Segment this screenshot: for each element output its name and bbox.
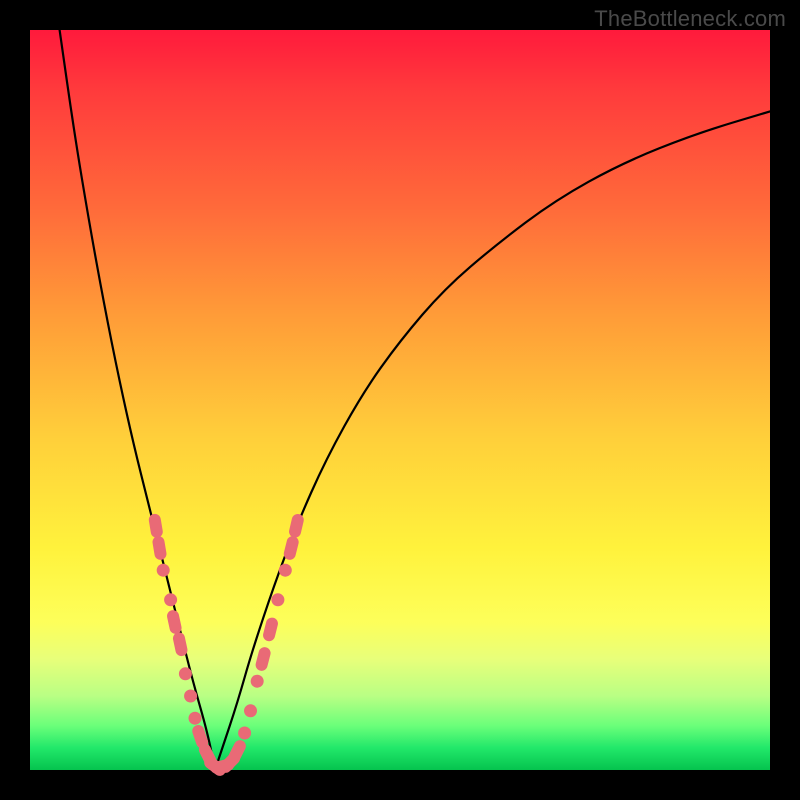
marker-dot xyxy=(179,667,192,680)
marker-dot xyxy=(164,593,177,606)
marker-pill xyxy=(288,513,305,539)
marker-dot xyxy=(238,727,251,740)
marker-pill xyxy=(152,535,168,561)
marker-pill xyxy=(282,535,299,561)
chart-svg xyxy=(30,30,770,770)
marker-dot xyxy=(157,564,170,577)
marker-dot xyxy=(271,593,284,606)
marker-pill xyxy=(254,646,272,672)
marker-dot xyxy=(189,712,202,725)
marker-dot xyxy=(184,690,197,703)
marker-dot xyxy=(244,704,257,717)
watermark-text: TheBottleneck.com xyxy=(594,6,786,32)
chart-frame: TheBottleneck.com xyxy=(0,0,800,800)
left-branch-curve xyxy=(60,30,215,770)
marker-pill xyxy=(166,609,183,635)
right-branch-curve xyxy=(215,111,770,770)
marker-pill xyxy=(172,631,189,657)
marker-dot xyxy=(251,675,264,688)
marker-pill xyxy=(148,513,164,539)
curve-group xyxy=(60,30,770,770)
marker-dot xyxy=(279,564,292,577)
marker-pill xyxy=(262,616,279,642)
plot-area xyxy=(30,30,770,770)
